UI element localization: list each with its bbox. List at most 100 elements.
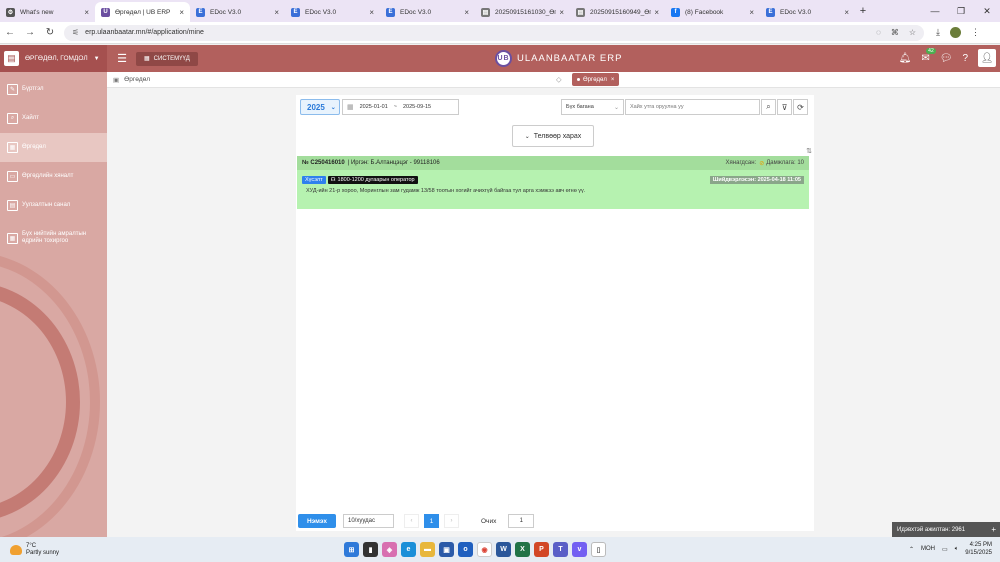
browser-tab[interactable]: E EDoc V3.0 × (380, 2, 475, 22)
add-button[interactable]: Нэмэх (298, 514, 336, 528)
browser-tab[interactable]: E EDoc V3.0 × (190, 2, 285, 22)
profile-avatar[interactable] (949, 27, 961, 38)
url-field[interactable]: ⚟ erp.ulaanbaatar.mn/#/application/mine … (64, 24, 924, 41)
year-select[interactable]: 2025 ⌄ (300, 99, 340, 115)
browser-tab[interactable]: E EDoc V3.0 × (285, 2, 380, 22)
viber-icon[interactable]: v (572, 542, 587, 557)
per-page-select[interactable]: 10/хуудас (343, 514, 394, 528)
close-tab-icon[interactable]: × (749, 8, 754, 17)
mail-button[interactable]: ✉ 42 (921, 47, 936, 64)
input-language[interactable]: МОН (921, 546, 935, 552)
chevron-down-icon: ⌄ (524, 133, 530, 140)
close-tab-icon[interactable]: × (559, 8, 564, 17)
eye-off-icon[interactable]: ◌ (876, 28, 881, 37)
filter-button[interactable]: ⊽ (777, 99, 792, 115)
hamburger-menu-icon[interactable]: ☰ (113, 52, 131, 65)
windows-start-icon[interactable]: ⊞ (344, 542, 359, 557)
minimize-icon[interactable]: — (922, 0, 948, 22)
sidebar-item[interactable]: ⌕ Хайлт (0, 104, 107, 133)
store-icon[interactable]: ▣ (439, 542, 454, 557)
close-tab-icon[interactable]: × (654, 8, 659, 17)
close-window-icon[interactable]: ✕ (974, 0, 1000, 22)
new-tab-icon[interactable]: + (855, 5, 871, 17)
active-dot (577, 78, 580, 81)
browser-tab[interactable]: ⚙ What's new × (0, 2, 95, 22)
browser-tab[interactable]: ▤ 20250915160949_Өг × (570, 2, 665, 22)
restore-icon[interactable]: ❐ (948, 0, 974, 22)
volume-icon[interactable]: 🔈︎ (955, 546, 959, 553)
sidebar-item[interactable]: ▤ Уулзалтын санал (0, 191, 107, 220)
goto-page-input[interactable]: 1 (508, 514, 535, 528)
active-staff-bar[interactable]: Идэвхтэй ажилтан: 2961 + (892, 522, 1000, 537)
source-badge-label: 1800-1200 дугаарын оператор (337, 177, 415, 183)
search-button[interactable]: ⌕ (761, 99, 776, 115)
user-avatar[interactable]: 👤︎ (978, 49, 996, 67)
current-page-button[interactable]: 1 (424, 514, 439, 528)
prev-page-button[interactable]: ‹ (404, 514, 419, 528)
search-input[interactable] (625, 99, 760, 115)
gear-icon: ⚙ (6, 7, 15, 17)
file-explorer-icon[interactable]: ▬ (420, 542, 435, 557)
plus-icon[interactable]: + (991, 525, 996, 534)
chrome-icon[interactable]: ◉ (477, 542, 492, 557)
column-select[interactable]: Бүх багана ⌄ (561, 99, 624, 115)
refresh-button[interactable]: ⟳ (793, 99, 808, 115)
browser-tab[interactable]: E EDoc V3.0 × (760, 2, 855, 22)
excel-icon[interactable]: X (515, 542, 530, 557)
breadcrumb-page: Өргөдөл (124, 76, 151, 83)
close-tab-icon[interactable]: × (274, 8, 279, 17)
clock[interactable]: 4:25 PM 9/15/2025 (965, 541, 992, 557)
goto-label: Очих (481, 517, 497, 525)
sidebar-item[interactable]: ▦ Өргөдөл (0, 133, 107, 162)
download-icon[interactable]: ⤓ (936, 27, 940, 38)
next-page-button[interactable]: › (444, 514, 459, 528)
systems-button[interactable]: ▦ СИСТЕМҮҮД (136, 51, 198, 66)
note-icon: ▤ (7, 200, 18, 211)
chat-icon[interactable]: 💬︎ (940, 53, 953, 64)
word-icon[interactable]: W (496, 542, 511, 557)
url-text: erp.ulaanbaatar.mn/#/application/mine (85, 29, 204, 36)
task-view-icon[interactable]: ▮ (363, 542, 378, 557)
sidebar-item[interactable]: ▭ Өргөдлийн хяналт (0, 162, 107, 191)
powerpoint-icon[interactable]: P (534, 542, 549, 557)
translate-icon[interactable]: ⌘ (891, 28, 899, 37)
help-icon[interactable]: ? (962, 53, 968, 64)
close-tab-icon[interactable]: × (179, 8, 184, 17)
bell-icon[interactable]: 🔔︎ (899, 53, 912, 64)
clock-time: 4:25 PM (969, 542, 992, 548)
sidebar-item[interactable]: ✎ Бүртгэл (0, 75, 107, 104)
close-tab-icon[interactable]: × (464, 8, 469, 17)
forward-icon[interactable]: → (20, 27, 40, 38)
browser-tab[interactable]: U Өргөдөл | UB ERP × (95, 2, 190, 22)
site-info-icon[interactable]: ⚟ (72, 28, 79, 37)
edge-icon[interactable]: e (401, 542, 416, 557)
copilot-icon[interactable]: ◈ (382, 542, 397, 557)
outlook-icon[interactable]: o (458, 542, 473, 557)
tray-chevron-icon[interactable]: ⌃ (909, 546, 914, 553)
sort-icon[interactable]: ⇅ (806, 147, 812, 155)
notepad-icon[interactable]: ▯ (591, 542, 606, 557)
detail-view-button[interactable]: ⌄ Телвөөр харах (512, 125, 594, 147)
date-range-picker[interactable]: ▦ 2025-01-01 ~ 2025-09-15 (342, 99, 459, 115)
display-icon[interactable]: ▭ (942, 546, 948, 553)
close-tab-icon[interactable]: × (369, 8, 374, 17)
teams-icon[interactable]: T (553, 542, 568, 557)
sidebar-item[interactable]: ▦ Бүх нийтийн амралтын өдрийн тохиргоо (0, 220, 107, 256)
browser-tab-title: 20250915160949_Өг (590, 8, 652, 16)
status-label: Хянагдсан: (725, 160, 757, 166)
close-tab-icon[interactable]: × (844, 8, 849, 17)
org-selector[interactable]: ▤ ӨРГӨДӨЛ, ГОМДОЛ ▼ (0, 45, 107, 72)
bookmark-star-icon[interactable]: ☆ (909, 28, 916, 37)
application-record[interactable]: № C250416010 | Иргэн: Б.Алтанцэцэг - 991… (297, 156, 809, 209)
menu-dots-icon[interactable]: ⋮ (971, 27, 980, 38)
browser-tab[interactable]: ▤ 20250915161030_Өг × (475, 2, 570, 22)
browser-tab[interactable]: f (8) Facebook × (665, 2, 760, 22)
open-tab-chip[interactable]: Өргөдөл × (572, 73, 620, 86)
close-tag-icon[interactable]: × (611, 77, 615, 83)
back-icon[interactable]: ← (0, 27, 20, 38)
reload-icon[interactable]: ↻ (40, 27, 60, 38)
weather-widget[interactable]: 7°C Partly sunny (10, 543, 59, 557)
breadcrumb: ▣ Өргөдөл (107, 72, 1000, 88)
edoc-icon: E (766, 7, 775, 17)
close-tab-icon[interactable]: × (84, 8, 89, 17)
